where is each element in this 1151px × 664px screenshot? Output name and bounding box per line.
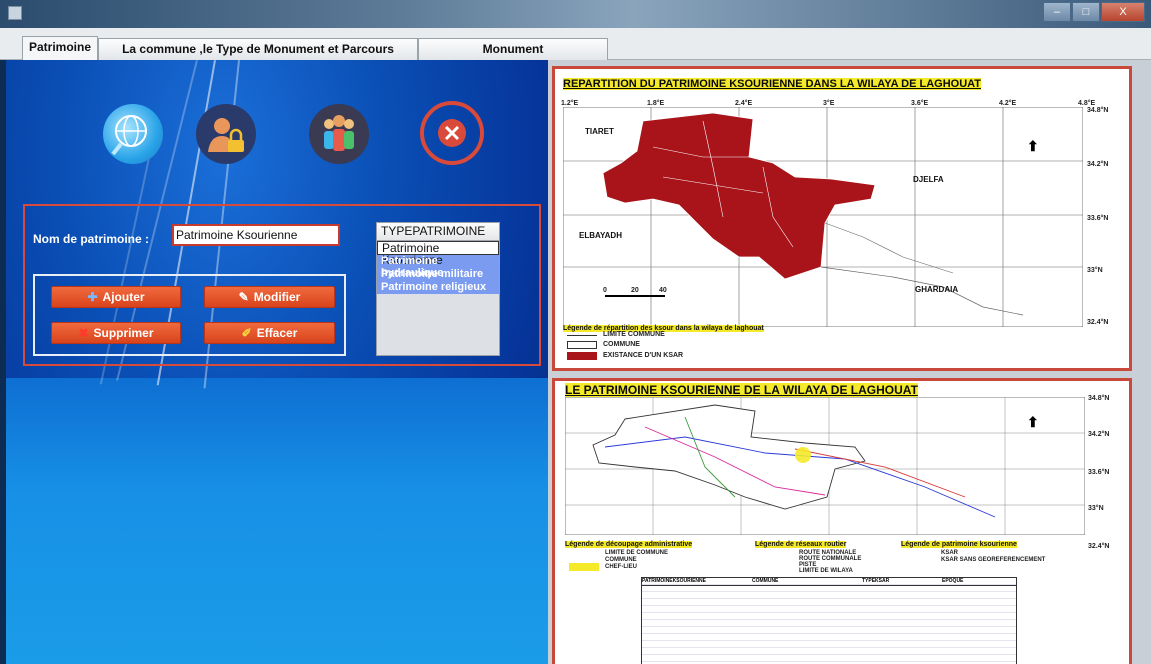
coord-label: 34.2°N — [1087, 161, 1109, 168]
coord-label: 33.6°N — [1087, 215, 1109, 222]
main-content: Nom de patrimoine : Patrimoine Ksourienn… — [6, 60, 1151, 664]
legend-item: COMMUNE — [603, 341, 640, 348]
nom-patrimoine-label: Nom de patrimoine : — [33, 232, 150, 246]
legend-chef-lieu-swatch — [569, 563, 599, 571]
user-lock-icon[interactable] — [196, 104, 256, 164]
table-header-row: PATRIMOINEKSOURIENNE COMMUNE TYPEKSAR EP… — [642, 578, 1016, 586]
ajouter-label: Ajouter — [102, 290, 145, 304]
table-header: PATRIMOINEKSOURIENNE — [642, 578, 706, 584]
coord-label: 33°N — [1088, 505, 1104, 512]
region-label: ELBAYADH — [579, 231, 622, 240]
tab-monument[interactable]: Monument — [418, 38, 608, 60]
coord-label: 34.2°N — [1088, 431, 1110, 438]
supprimer-label: Supprimer — [93, 326, 154, 340]
table-header: COMMUNE — [752, 578, 779, 584]
tab-patrimoine[interactable]: Patrimoine — [22, 36, 98, 60]
legend-ksar-swatch — [567, 352, 597, 360]
scale-label: 40 — [659, 287, 667, 294]
region-label: GHARDAIA — [915, 285, 959, 294]
scale-label: 20 — [631, 287, 639, 294]
minimize-button[interactable]: – — [1043, 2, 1071, 22]
legend-item: LIMITE DE WILAYA — [799, 568, 853, 574]
type-list-header[interactable]: TYPEPATRIMOINE — [377, 223, 499, 241]
svg-text:⬆: ⬆ — [1027, 414, 1039, 430]
map2-legend-title: Légende de réseaux routier — [755, 541, 847, 548]
app-icon — [8, 6, 22, 20]
map2-canvas: ⬆ — [565, 397, 1085, 535]
effacer-button[interactable]: ✐ Effacer — [204, 322, 335, 344]
modifier-label: Modifier — [253, 290, 301, 304]
close-icon[interactable] — [420, 101, 484, 165]
ksour-table: PATRIMOINEKSOURIENNE COMMUNE TYPEKSAR EP… — [641, 577, 1017, 664]
coord-label: 3°E — [823, 100, 835, 107]
legend-item: LIMITE COMMUNE — [603, 331, 665, 338]
list-item[interactable]: Patrimoine militaire — [377, 268, 499, 281]
eraser-icon: ✐ — [241, 326, 252, 340]
legend-item: COMMUNE — [605, 557, 637, 563]
coord-label: 1.8°E — [647, 100, 665, 107]
globe-search-icon[interactable] — [103, 104, 163, 164]
scale-label: 0 — [603, 287, 607, 294]
list-item[interactable]: Patrimoine Ksourienne — [377, 241, 499, 266]
coord-label: 34.8°N — [1087, 107, 1109, 114]
table-header: EPOQUE — [942, 578, 964, 584]
map2-legend-title: Légende de découpage administrative — [565, 541, 693, 548]
map2-legend-title: Légende de patrimoine ksourienne — [901, 541, 1017, 548]
legend-item: KSAR SANS GEOREFERENCEMENT — [941, 557, 1046, 563]
map1-title: REPARTITION DU PATRIMOINE KSOURIENNE DAN… — [563, 78, 982, 90]
map2-title: LE PATRIMOINE KSOURIENNE DE LA WILAYA DE… — [565, 383, 918, 397]
coord-label: 1.2°E — [561, 100, 579, 107]
coord-label: 33.6°N — [1088, 469, 1110, 476]
coord-label: 4.8°E — [1078, 100, 1096, 107]
list-item[interactable]: Patrimoine religieux — [377, 281, 499, 294]
edit-icon: ✎ — [238, 290, 249, 304]
coord-label: 32.4°N — [1088, 543, 1110, 550]
legend-commune-swatch — [567, 341, 597, 349]
effacer-label: Effacer — [256, 326, 298, 340]
supprimer-button[interactable]: ✖ Supprimer — [51, 322, 181, 344]
coord-label: 2.4°E — [735, 100, 753, 107]
coord-label: 3.6°E — [911, 100, 929, 107]
group-users-icon[interactable] — [309, 104, 369, 164]
type-patrimoine-list[interactable]: TYPEPATRIMOINE Patrimoine Ksourienne Pat… — [376, 222, 500, 356]
map1-canvas: ⬆ — [563, 107, 1083, 327]
region-label: DJELFA — [913, 175, 944, 184]
left-panel-lower-area — [6, 378, 548, 664]
add-icon: ✚ — [87, 290, 98, 304]
legend-item: CHEF-LIEU — [605, 564, 637, 570]
tab-bar: Patrimoine La commune ,le Type de Monume… — [0, 28, 1151, 76]
map-repartition: REPARTITION DU PATRIMOINE KSOURIENNE DAN… — [552, 66, 1132, 371]
left-panel: Nom de patrimoine : Patrimoine Ksourienn… — [6, 60, 548, 664]
legend-item: EXISTANCE D'UN KSAR — [603, 352, 684, 359]
window-title-bar: – □ X — [0, 0, 1151, 28]
region-label: TIARET — [585, 127, 614, 136]
nom-patrimoine-input[interactable]: Patrimoine Ksourienne — [172, 224, 340, 246]
close-window-button[interactable]: X — [1101, 2, 1145, 22]
table-header: TYPEKSAR — [862, 578, 890, 584]
legend-item: KSAR — [941, 550, 959, 556]
delete-icon: ✖ — [78, 326, 89, 340]
coord-label: 33°N — [1087, 267, 1103, 274]
coord-label: 4.2°E — [999, 100, 1017, 107]
coord-label: 32.4°N — [1087, 319, 1109, 326]
map-patrimoine-ksourienne: LE PATRIMOINE KSOURIENNE DE LA WILAYA DE… — [552, 378, 1132, 664]
modifier-button[interactable]: ✎ Modifier — [204, 286, 335, 308]
legend-line-swatch — [567, 335, 597, 336]
scale-bar — [605, 295, 665, 297]
maximize-button[interactable]: □ — [1072, 2, 1100, 22]
legend-item: LIMITE DE COMMUNE — [605, 550, 668, 556]
tab-commune[interactable]: La commune ,le Type de Monument et Parco… — [98, 38, 418, 76]
svg-text:⬆: ⬆ — [1027, 138, 1039, 154]
window-controls: – □ X — [1042, 2, 1145, 22]
coord-label: 34.8°N — [1088, 395, 1110, 402]
ajouter-button[interactable]: ✚ Ajouter — [51, 286, 181, 308]
